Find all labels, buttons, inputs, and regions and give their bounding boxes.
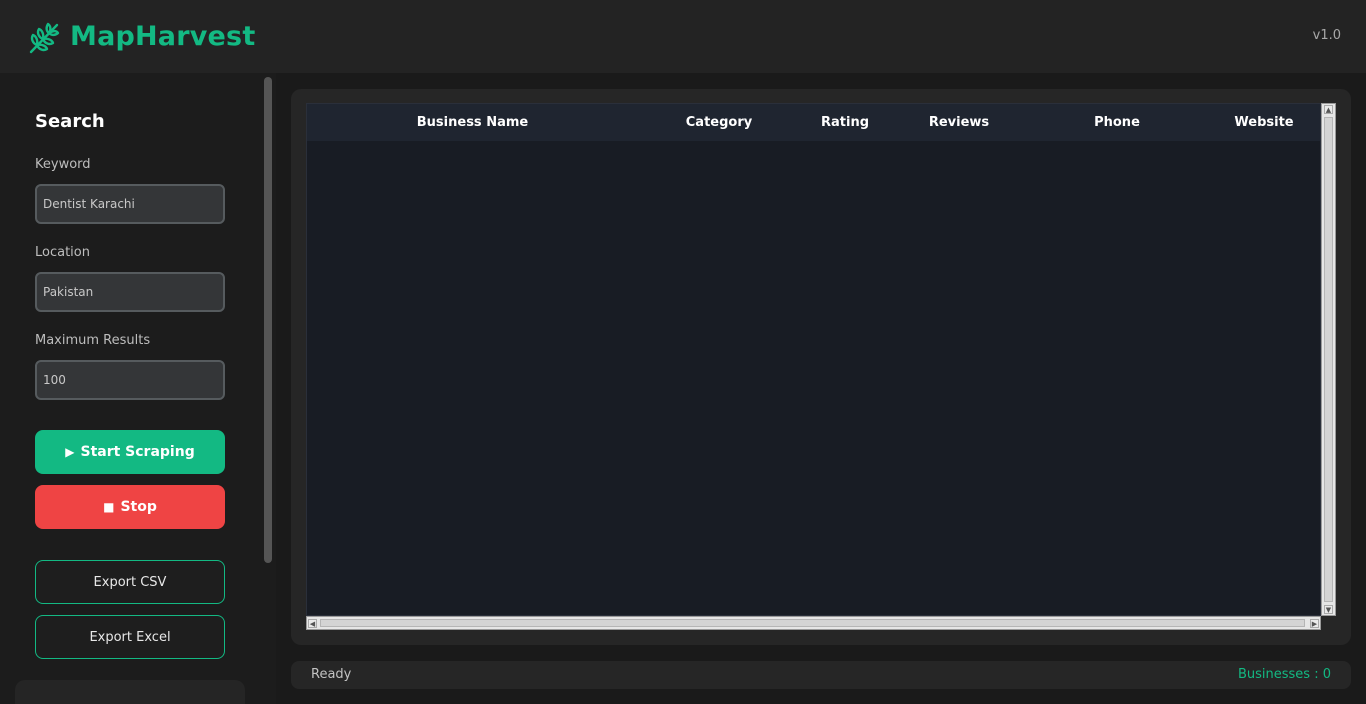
- business-count: Businesses : 0: [1237, 667, 1331, 682]
- status-bar: Ready Businesses : 0: [291, 661, 1351, 689]
- table-horizontal-scrollbar[interactable]: ◀ ▶: [306, 616, 1321, 630]
- max-results-label: Maximum Results: [35, 333, 151, 348]
- export-excel-button[interactable]: Export Excel: [35, 615, 225, 659]
- wheat-icon: [29, 22, 60, 54]
- column-header-rating[interactable]: Rating: [785, 104, 905, 141]
- horizontal-scroll-thumb[interactable]: [320, 619, 1305, 627]
- sidebar-scrollbar-thumb[interactable]: [264, 77, 272, 563]
- start-scraping-label: Start Scraping: [80, 444, 195, 460]
- vertical-scroll-thumb[interactable]: [1324, 117, 1333, 602]
- column-header-business-name[interactable]: Business Name: [326, 104, 619, 141]
- play-icon: ▶: [65, 445, 75, 459]
- max-results-input[interactable]: [35, 360, 225, 400]
- sidebar-bottom-card: [15, 680, 245, 704]
- scroll-down-icon[interactable]: ▼: [1324, 605, 1333, 614]
- export-csv-button[interactable]: Export CSV: [35, 560, 225, 604]
- stop-button[interactable]: ■ Stop: [35, 485, 225, 529]
- table-vertical-scrollbar[interactable]: ▲ ▼: [1321, 103, 1336, 616]
- app-header: MapHarvest v1.0: [0, 0, 1366, 73]
- app-title: MapHarvest: [70, 21, 256, 52]
- stop-label: Stop: [120, 499, 157, 515]
- keyword-label: Keyword: [35, 157, 91, 172]
- location-input[interactable]: [35, 272, 225, 312]
- results-table[interactable]: [306, 103, 1321, 616]
- location-label: Location: [35, 245, 90, 260]
- keyword-input[interactable]: [35, 184, 225, 224]
- search-section-title: Search: [35, 111, 105, 132]
- column-header-website[interactable]: Website: [1197, 104, 1331, 141]
- scroll-up-icon[interactable]: ▲: [1324, 105, 1333, 114]
- column-header-phone[interactable]: Phone: [1037, 104, 1197, 141]
- scroll-left-icon[interactable]: ◀: [308, 619, 317, 628]
- stop-icon: ■: [103, 500, 115, 514]
- version-label: v1.0: [1312, 28, 1341, 43]
- column-header-reviews[interactable]: Reviews: [889, 104, 1029, 141]
- scroll-right-icon[interactable]: ▶: [1310, 619, 1319, 628]
- table-header: Business Name Category Rating Reviews Ph…: [307, 104, 1320, 141]
- status-text: Ready: [311, 667, 352, 682]
- start-scraping-button[interactable]: ▶ Start Scraping: [35, 430, 225, 474]
